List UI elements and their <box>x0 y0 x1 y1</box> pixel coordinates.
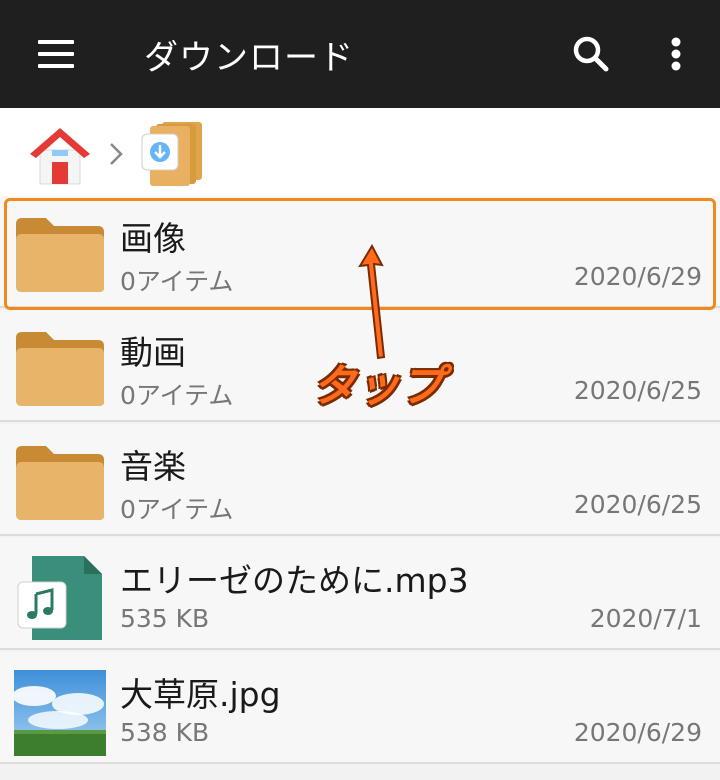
list-item[interactable]: 画像 0アイテム 2020/6/29 <box>0 196 720 308</box>
search-icon[interactable] <box>566 30 618 82</box>
download-folder-icon[interactable] <box>140 120 208 188</box>
app-bar: ダウンロード <box>0 0 720 108</box>
home-icon[interactable] <box>28 122 92 186</box>
chevron-right-icon <box>106 138 126 170</box>
file-name: 画像 <box>120 219 186 258</box>
list-item[interactable]: 大草原.jpg 538 KB 2020/6/29 <box>0 652 720 764</box>
list-item[interactable]: エリーゼのために.mp3 535 KB 2020/7/1 <box>0 538 720 650</box>
folder-icon <box>14 214 106 294</box>
folder-icon <box>14 328 106 408</box>
file-meta: 0アイテム <box>120 381 234 410</box>
tap-annotation-label: タップ <box>312 361 444 412</box>
file-date: 2020/6/25 <box>573 376 702 405</box>
hamburger-menu-icon[interactable] <box>28 28 84 80</box>
file-name: 動画 <box>120 333 186 372</box>
file-date: 2020/6/29 <box>573 262 702 291</box>
image-thumbnail <box>12 670 106 756</box>
more-vert-icon[interactable] <box>652 30 700 82</box>
file-name: 音楽 <box>120 447 186 486</box>
file-meta: 0アイテム <box>120 267 234 296</box>
file-date: 2020/7/1 <box>589 604 702 633</box>
file-meta: 0アイテム <box>120 495 234 524</box>
file-meta: 538 KB <box>120 718 210 747</box>
file-meta: 535 KB <box>120 604 210 633</box>
file-name: エリーゼのために.mp3 <box>120 561 469 600</box>
file-date: 2020/6/29 <box>573 718 702 747</box>
folder-icon <box>14 442 106 522</box>
file-name: 大草原.jpg <box>120 675 281 714</box>
page-title: ダウンロード <box>144 38 354 78</box>
file-date: 2020/6/25 <box>573 490 702 519</box>
list-item[interactable]: 音楽 0アイテム 2020/6/25 <box>0 424 720 536</box>
music-file-icon <box>14 556 106 640</box>
